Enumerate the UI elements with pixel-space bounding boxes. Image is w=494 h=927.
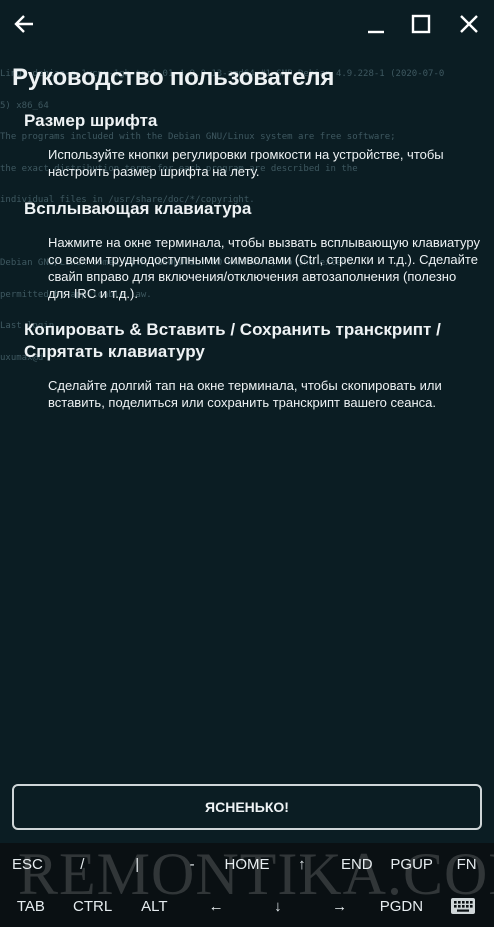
key-tab[interactable]: TAB <box>0 885 62 927</box>
key-left[interactable]: ← <box>185 885 247 927</box>
key-fn[interactable]: FN <box>439 843 494 885</box>
key-pgup[interactable]: PGUP <box>384 843 439 885</box>
extra-keys-row: ESC / | - HOME ↑ END PGUP FN <box>0 843 494 885</box>
key-end[interactable]: END <box>329 843 384 885</box>
keyboard-icon[interactable] <box>432 885 494 927</box>
title-bar <box>0 0 494 48</box>
key-dash[interactable]: - <box>165 843 220 885</box>
got-it-button[interactable]: ЯСНЕНЬКО! <box>12 784 482 830</box>
section-heading: Размер шрифта <box>24 111 158 130</box>
section-heading: Копировать & Вставить / Сохранить транск… <box>24 320 441 361</box>
section-text: Нажмите на окне терминала, чтобы вызвать… <box>48 235 480 301</box>
section-text: Используйте кнопки регулировки громкости… <box>48 147 444 179</box>
key-up[interactable]: ↑ <box>274 843 329 885</box>
key-pipe[interactable]: | <box>110 843 165 885</box>
section-popup-keyboard: Всплывающая клавиатура Нажмите на окне т… <box>24 198 480 302</box>
section-copy-paste: Копировать & Вставить / Сохранить транск… <box>24 319 480 411</box>
close-icon[interactable] <box>453 8 485 40</box>
section-font-size: Размер шрифта Используйте кнопки регулир… <box>24 110 480 180</box>
key-right[interactable]: → <box>309 885 371 927</box>
maximize-icon[interactable] <box>405 8 437 40</box>
key-slash[interactable]: / <box>55 843 110 885</box>
guide-title: Руководство пользователя <box>12 64 335 91</box>
key-ctrl[interactable]: CTRL <box>62 885 124 927</box>
key-alt[interactable]: ALT <box>124 885 186 927</box>
key-pgdn[interactable]: PGDN <box>371 885 433 927</box>
key-down[interactable]: ↓ <box>247 885 309 927</box>
section-text: Сделайте долгий тап на окне терминала, ч… <box>48 378 442 410</box>
extra-keys-bar: ESC / | - HOME ↑ END PGUP FN TAB CTRL AL… <box>0 843 494 927</box>
key-esc[interactable]: ESC <box>0 843 55 885</box>
back-arrow-icon[interactable] <box>8 8 40 40</box>
section-heading: Всплывающая клавиатура <box>24 199 252 218</box>
minimize-icon[interactable] <box>360 8 392 40</box>
extra-keys-row: TAB CTRL ALT ← ↓ → PGDN <box>0 885 494 927</box>
user-guide-overlay: Руководство пользователя Размер шрифта И… <box>0 64 494 411</box>
key-home[interactable]: HOME <box>220 843 275 885</box>
